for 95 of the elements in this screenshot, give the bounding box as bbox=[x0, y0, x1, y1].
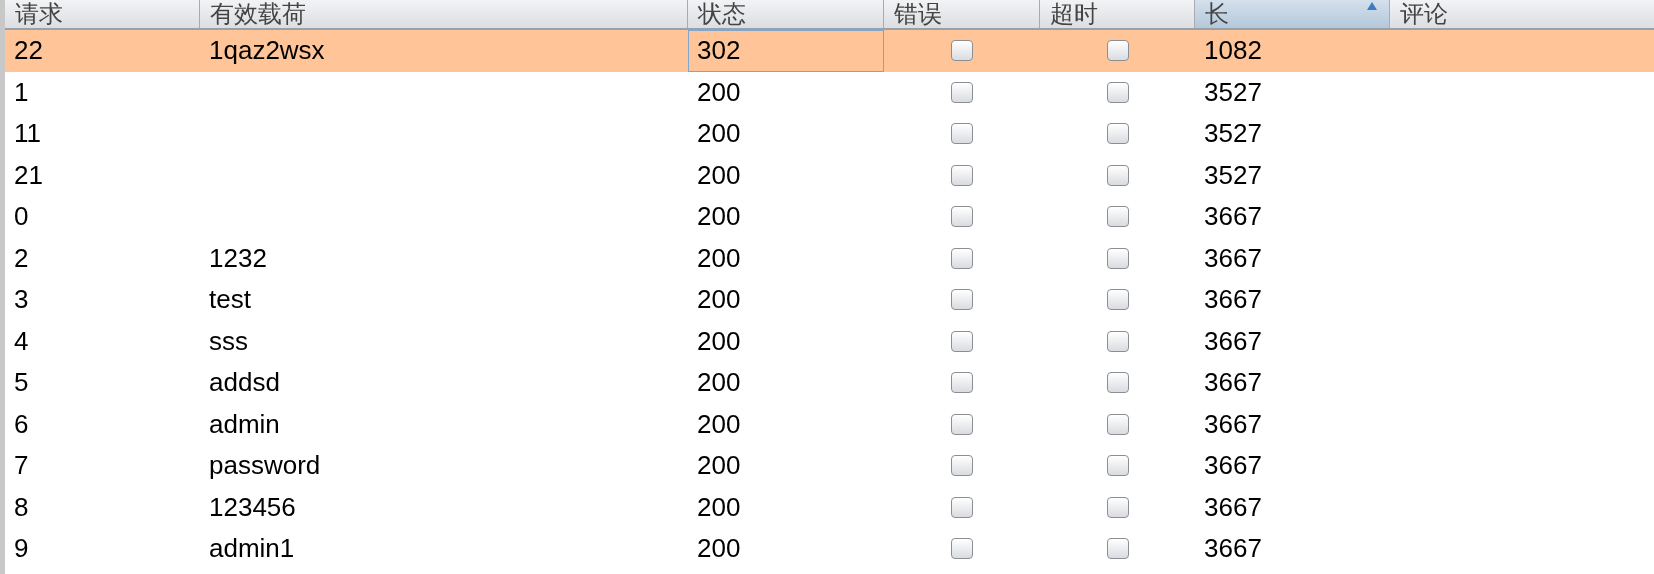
checkbox[interactable] bbox=[951, 123, 973, 145]
checkbox[interactable] bbox=[951, 372, 973, 394]
table-cell-text: test bbox=[208, 283, 252, 316]
table-cell-text: 2 bbox=[13, 241, 30, 275]
table-cell-text: 0 bbox=[13, 200, 30, 233]
table-cell-text: 200 bbox=[696, 200, 742, 233]
checkbox[interactable] bbox=[951, 330, 973, 352]
table-cell: 302 bbox=[688, 30, 884, 72]
table-row[interactable]: 0 200 3667 bbox=[5, 196, 1654, 238]
table-cell-text: 123456 bbox=[208, 490, 297, 524]
table-cell-text: 3667 bbox=[1203, 407, 1263, 441]
checkbox[interactable] bbox=[1106, 40, 1129, 62]
table-row[interactable]: 21 200 3527 bbox=[5, 154, 1654, 196]
table-cell-text: 3527 bbox=[1203, 117, 1263, 150]
checkbox[interactable] bbox=[1106, 81, 1129, 103]
table-cell-text: 3 bbox=[13, 283, 30, 316]
table-cell-text: 1082 bbox=[1203, 34, 1263, 67]
table-cell-text: 200 bbox=[696, 324, 742, 358]
table-cell-text: 200 bbox=[696, 241, 742, 275]
table-row[interactable]: 22 1qaz2wsx 302 1082 bbox=[5, 30, 1654, 72]
table-cell-text: admin1 bbox=[208, 532, 296, 565]
table-cell-text: 21 bbox=[13, 158, 44, 192]
table-cell-text: 6 bbox=[13, 407, 30, 441]
table-row[interactable]: 4 sss 200 3667 bbox=[5, 320, 1654, 362]
checkbox[interactable] bbox=[1106, 289, 1129, 311]
table-cell-text: 7 bbox=[13, 449, 30, 482]
table-cell-text: 3667 bbox=[1203, 324, 1263, 358]
checkbox[interactable] bbox=[951, 496, 973, 518]
table-cell-text: 5 bbox=[13, 366, 30, 399]
table-cell-text: 200 bbox=[696, 449, 742, 482]
table-cell-text: 1 bbox=[13, 75, 30, 109]
checkbox[interactable] bbox=[951, 413, 973, 435]
table-cell-text: 200 bbox=[696, 366, 742, 399]
table-cell-text: 3527 bbox=[1203, 158, 1263, 192]
table-cell-text: 1232 bbox=[208, 241, 268, 275]
table-row[interactable]: 11 200 3527 bbox=[5, 113, 1654, 155]
table-cell-text: 11 bbox=[13, 117, 42, 150]
checkbox[interactable] bbox=[1106, 538, 1129, 560]
table-row[interactable]: 1 200 3527 bbox=[5, 71, 1654, 113]
table-cell-text: 200 bbox=[696, 532, 742, 565]
table-cell-text: addsd bbox=[208, 366, 281, 399]
table-cell-text: 1qaz2wsx bbox=[208, 34, 326, 67]
table-row[interactable]: 6 admin 200 3667 bbox=[5, 403, 1654, 445]
table-cell-text: 3667 bbox=[1203, 200, 1263, 233]
column-header[interactable]: 有效载荷 bbox=[200, 0, 688, 28]
table-row[interactable]: 7 password 200 3667 bbox=[5, 445, 1654, 487]
column-header[interactable]: 错误 bbox=[884, 0, 1040, 28]
checkbox[interactable] bbox=[951, 455, 973, 477]
table-cell-text: 3667 bbox=[1203, 490, 1263, 524]
column-header[interactable]: 状态 bbox=[688, 0, 884, 28]
checkbox[interactable] bbox=[951, 81, 973, 103]
checkbox[interactable] bbox=[1106, 123, 1129, 145]
table-row[interactable]: 2 1232 200 3667 bbox=[5, 237, 1654, 279]
table-cell-text: 8 bbox=[13, 490, 30, 524]
column-header[interactable]: 评论 bbox=[1390, 0, 1654, 28]
table-cell-text: 200 bbox=[696, 490, 742, 524]
table-cell-text: 200 bbox=[696, 407, 742, 441]
table-cell-text: 200 bbox=[696, 75, 742, 109]
checkbox[interactable] bbox=[951, 206, 973, 228]
checkbox[interactable] bbox=[1106, 206, 1129, 228]
table-cell-text: admin bbox=[208, 407, 281, 441]
checkbox[interactable] bbox=[1106, 247, 1129, 269]
table-cell-text: password bbox=[208, 449, 322, 482]
table-row[interactable]: 9 admin1 200 3667 bbox=[5, 528, 1654, 570]
checkbox[interactable] bbox=[951, 247, 973, 269]
checkbox[interactable] bbox=[951, 538, 973, 560]
table-cell-text: 22 bbox=[13, 34, 44, 67]
checkbox[interactable] bbox=[1106, 372, 1129, 394]
column-header[interactable]: 长 bbox=[1195, 0, 1390, 28]
table-cell-text: 3667 bbox=[1203, 449, 1263, 482]
table-cell-text: 3527 bbox=[1203, 75, 1263, 109]
sort-ascending-icon bbox=[1367, 2, 1377, 10]
table-cell-text: 4 bbox=[13, 324, 30, 358]
table-cell-text: 9 bbox=[13, 532, 30, 565]
checkbox[interactable] bbox=[951, 40, 973, 62]
table-row[interactable]: 3 test 200 3667 bbox=[5, 279, 1654, 321]
table-cell-text: 3667 bbox=[1203, 241, 1263, 275]
column-header[interactable]: 请求 bbox=[5, 0, 200, 28]
checkbox[interactable] bbox=[1106, 330, 1129, 352]
checkbox[interactable] bbox=[951, 164, 973, 186]
table-cell-text: 200 bbox=[696, 158, 742, 192]
checkbox[interactable] bbox=[1106, 164, 1129, 186]
table-cell-text: 200 bbox=[696, 283, 742, 316]
checkbox[interactable] bbox=[1106, 413, 1129, 435]
table-cell-text: 3667 bbox=[1203, 283, 1263, 316]
table-row[interactable]: 8 123456 200 3667 bbox=[5, 486, 1654, 528]
checkbox[interactable] bbox=[951, 289, 973, 311]
table-row[interactable]: 5 addsd 200 3667 bbox=[5, 362, 1654, 404]
table-cell-text: sss bbox=[208, 324, 249, 358]
table-cell-text: 3667 bbox=[1203, 366, 1263, 399]
table-cell-text: 3667 bbox=[1203, 532, 1263, 565]
table-cell-text: 200 bbox=[696, 117, 742, 150]
column-header[interactable]: 超时 bbox=[1040, 0, 1195, 28]
checkbox[interactable] bbox=[1106, 496, 1129, 518]
checkbox[interactable] bbox=[1106, 455, 1129, 477]
